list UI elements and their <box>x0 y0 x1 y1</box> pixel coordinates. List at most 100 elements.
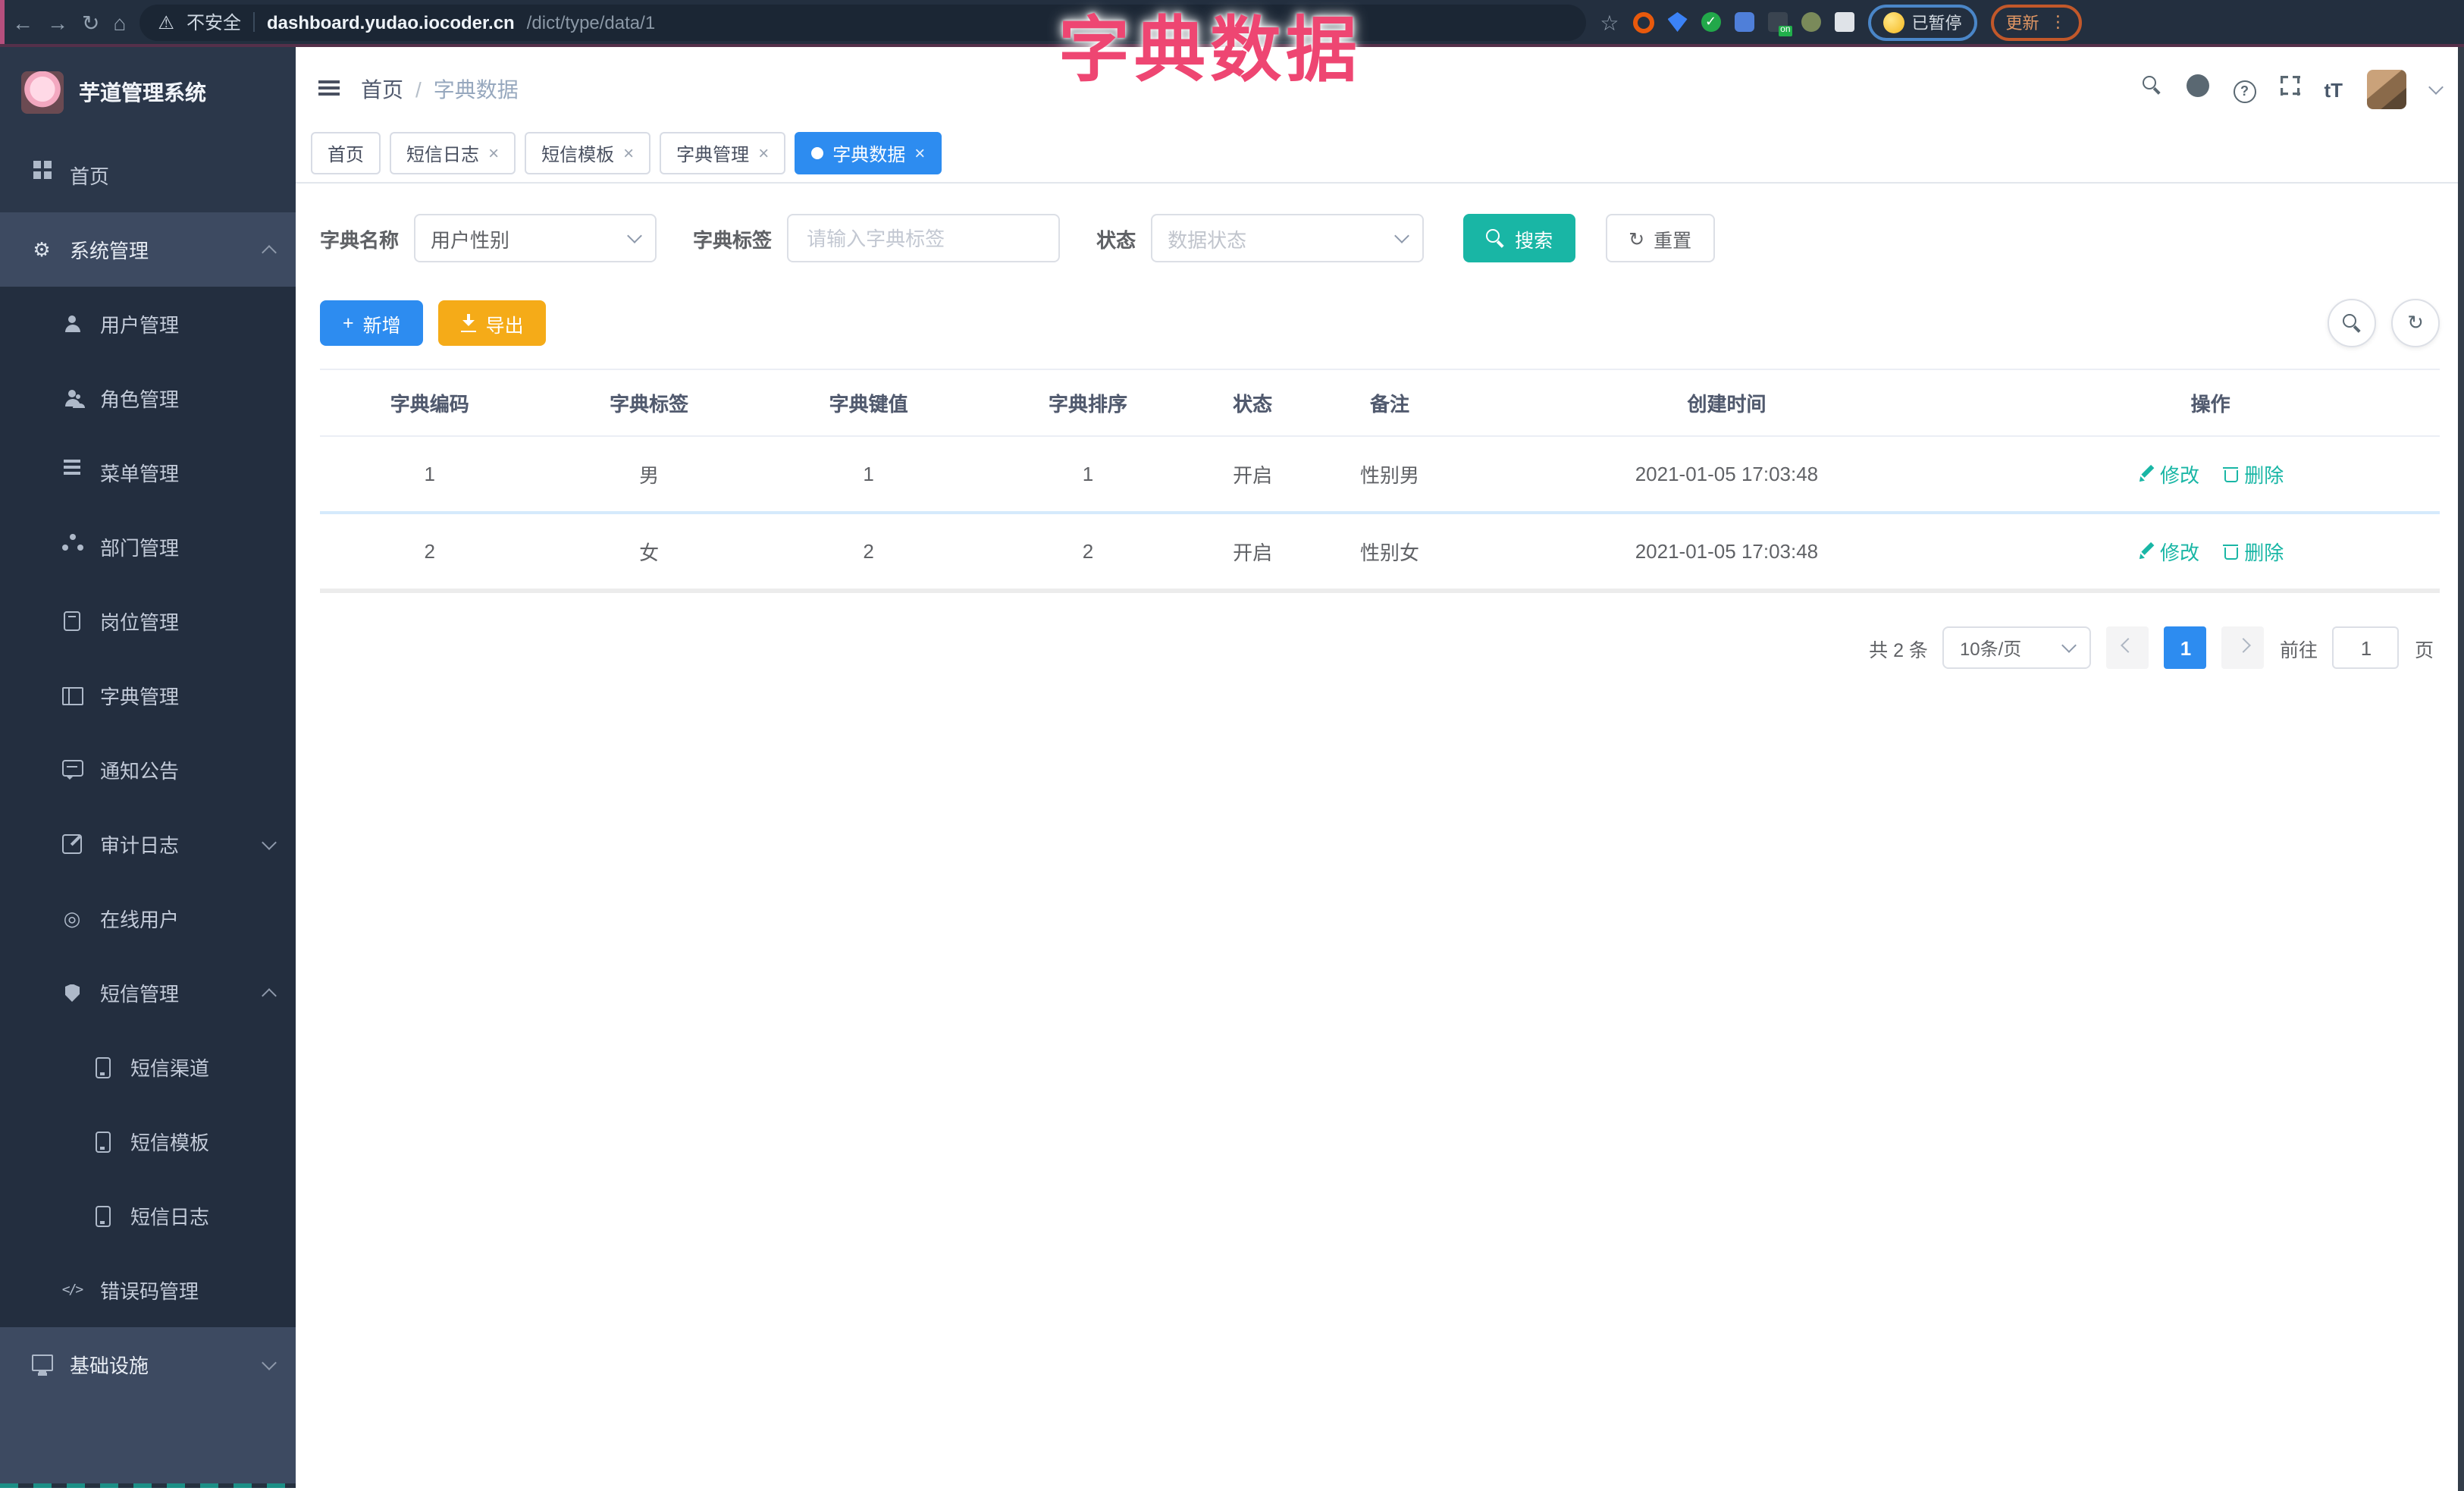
sidebar-item-online-users[interactable]: ◎ 在线用户 <box>0 881 296 956</box>
browser-scrollbar[interactable] <box>2458 47 2464 1491</box>
sidebar-item-sms-template[interactable]: 短信模板 <box>0 1104 296 1179</box>
fullscreen-icon[interactable] <box>2280 76 2300 103</box>
sidebar-item-error-code[interactable]: </> 错误码管理 <box>0 1253 296 1327</box>
breadcrumb-home[interactable]: 首页 <box>361 74 403 105</box>
sidebar-item-sms-log[interactable]: 短信日志 <box>0 1179 296 1253</box>
prev-page-button[interactable] <box>2106 626 2149 669</box>
tab-sms-log[interactable]: 短信日志 × <box>390 132 516 174</box>
sidebar-item-menu-management[interactable]: 菜单管理 <box>0 435 296 510</box>
delete-label: 删除 <box>2244 464 2284 487</box>
close-icon[interactable]: × <box>623 144 634 162</box>
search-button[interactable]: 搜索 <box>1463 214 1576 262</box>
sidebar-item-post-management[interactable]: 岗位管理 <box>0 584 296 658</box>
sidebar-item-sms-management[interactable]: 短信管理 <box>0 956 296 1030</box>
dashboard-icon <box>30 161 53 179</box>
extension-icon-check[interactable]: ✓ <box>1701 12 1721 32</box>
help-icon[interactable]: ? <box>2233 76 2256 103</box>
chevron-down-icon[interactable] <box>2428 80 2444 95</box>
back-icon[interactable]: ← <box>12 11 33 33</box>
sidebar-item-label: 用户管理 <box>100 314 180 337</box>
divider <box>252 12 255 32</box>
col-actions: 操作 <box>1981 369 2440 437</box>
breadcrumb: 首页 / 字典数据 <box>361 74 519 105</box>
edit-log-icon <box>61 834 83 854</box>
extension-icon-blue[interactable] <box>1734 12 1754 32</box>
app-logo-row[interactable]: 芋道管理系统 <box>0 47 296 138</box>
close-icon[interactable]: × <box>488 144 499 162</box>
extension-icon-avatar[interactable] <box>1801 12 1821 32</box>
extension-icon-gem[interactable] <box>1667 12 1688 32</box>
delete-link[interactable]: 删除 <box>2223 460 2284 488</box>
refresh-table-button[interactable]: ↻ <box>2391 299 2440 347</box>
current-page-button[interactable]: 1 <box>2164 626 2207 669</box>
tab-label: 字典管理 <box>676 143 750 165</box>
show-search-button[interactable] <box>2328 299 2376 347</box>
address-bar[interactable]: ⚠ 不安全 dashboard.yudao.iocoder.cn /dict/t… <box>140 4 1587 40</box>
sidebar-item-label: 菜单管理 <box>100 463 180 485</box>
extension-icon-orange[interactable] <box>1632 11 1654 33</box>
browser-update-button[interactable]: 更新 ⋮ <box>1990 4 2082 40</box>
dict-tag-input[interactable] <box>787 214 1061 262</box>
sidebar-item-home[interactable]: 首页 <box>0 138 296 212</box>
chevron-left-icon <box>2121 638 2136 653</box>
dict-name-value: 用户性别 <box>431 228 510 251</box>
edit-link[interactable]: 修改 <box>2137 460 2199 488</box>
status-select[interactable]: 数据状态 <box>1151 214 1425 262</box>
extensions-puzzle-icon[interactable] <box>1834 12 1854 32</box>
page-size-select[interactable]: 10条/页 <box>1942 626 2092 669</box>
export-button[interactable]: 导出 <box>438 300 547 346</box>
tab-home[interactable]: 首页 <box>311 132 381 174</box>
cell-time: 2021-01-05 17:03:48 <box>1472 436 1982 514</box>
message-icon <box>61 759 83 780</box>
right-toolbar: ↻ <box>2328 299 2440 347</box>
delete-link[interactable]: 删除 <box>2223 537 2284 566</box>
tab-label: 短信模板 <box>541 143 615 165</box>
add-button[interactable]: + 新增 <box>320 300 424 346</box>
github-icon[interactable] <box>2186 74 2209 105</box>
close-icon[interactable]: × <box>758 144 769 162</box>
edit-link[interactable]: 修改 <box>2137 537 2199 566</box>
sidebar-item-label: 短信管理 <box>100 983 180 1006</box>
chevron-down-icon <box>262 1354 277 1370</box>
tab-dict-data[interactable]: 字典数据 × <box>795 132 942 174</box>
online-icon: ◎ <box>63 906 81 929</box>
tab-dict-management[interactable]: 字典管理 × <box>660 132 786 174</box>
sidebar-item-label: 部门管理 <box>100 537 180 560</box>
next-page-button[interactable] <box>2221 626 2265 669</box>
tab-sms-template[interactable]: 短信模板 × <box>525 132 651 174</box>
goto-label: 前往 <box>2279 639 2318 661</box>
sidebar-item-role-management[interactable]: 角色管理 <box>0 361 296 435</box>
goto-page-input[interactable] <box>2332 626 2400 669</box>
home-icon[interactable]: ⌂ <box>113 11 126 33</box>
col-status: 状态 <box>1197 369 1308 437</box>
recording-edge-strip <box>0 0 5 44</box>
browser-toolbar: ← → ↻ ⌂ ⚠ 不安全 dashboard.yudao.iocoder.cn… <box>0 0 2464 47</box>
sidebar-item-dept-management[interactable]: 部门管理 <box>0 510 296 584</box>
sidebar-item-dict-management[interactable]: 字典管理 <box>0 658 296 733</box>
collapse-sidebar-icon[interactable] <box>318 76 340 103</box>
close-icon[interactable]: × <box>914 144 925 162</box>
bookmark-star-icon[interactable]: ☆ <box>1600 11 1619 33</box>
reset-button[interactable]: ↻ 重置 <box>1606 214 1715 262</box>
user-avatar[interactable] <box>2367 70 2406 109</box>
sidebar-item-sms-channel[interactable]: 短信渠道 <box>0 1030 296 1104</box>
font-size-icon[interactable]: tT <box>2324 78 2343 101</box>
trash-icon <box>2223 543 2239 560</box>
add-button-label: 新增 <box>362 315 401 336</box>
sidebar-item-infrastructure[interactable]: 基础设施 <box>0 1327 296 1402</box>
filter-form: 字典名称 用户性别 字典标签 状态 数据状态 搜索 <box>320 214 2440 262</box>
sidebar-item-audit-log[interactable]: 审计日志 <box>0 807 296 881</box>
dict-name-select[interactable]: 用户性别 <box>414 214 657 262</box>
status-label: 状态 <box>1096 228 1136 251</box>
extension-icon-switch-on[interactable] <box>1767 12 1792 36</box>
sidebar-item-system-management[interactable]: ⚙ 系统管理 <box>0 212 296 287</box>
browser-menu-icon[interactable]: ⋮ <box>2050 12 2067 32</box>
sidebar-item-notice[interactable]: 通知公告 <box>0 733 296 807</box>
sidebar-item-user-management[interactable]: 用户管理 <box>0 287 296 361</box>
sidebar: 芋道管理系统 首页 ⚙ 系统管理 用户管理 角色管理 菜单管理 部门管理 岗位管… <box>0 47 296 1488</box>
forward-icon[interactable]: → <box>47 11 68 33</box>
profile-chip[interactable]: 已暂停 <box>1867 4 1977 40</box>
reload-icon[interactable]: ↻ <box>82 11 99 33</box>
cell-actions: 修改 删除 <box>1981 436 2440 514</box>
search-icon[interactable] <box>2142 76 2161 103</box>
